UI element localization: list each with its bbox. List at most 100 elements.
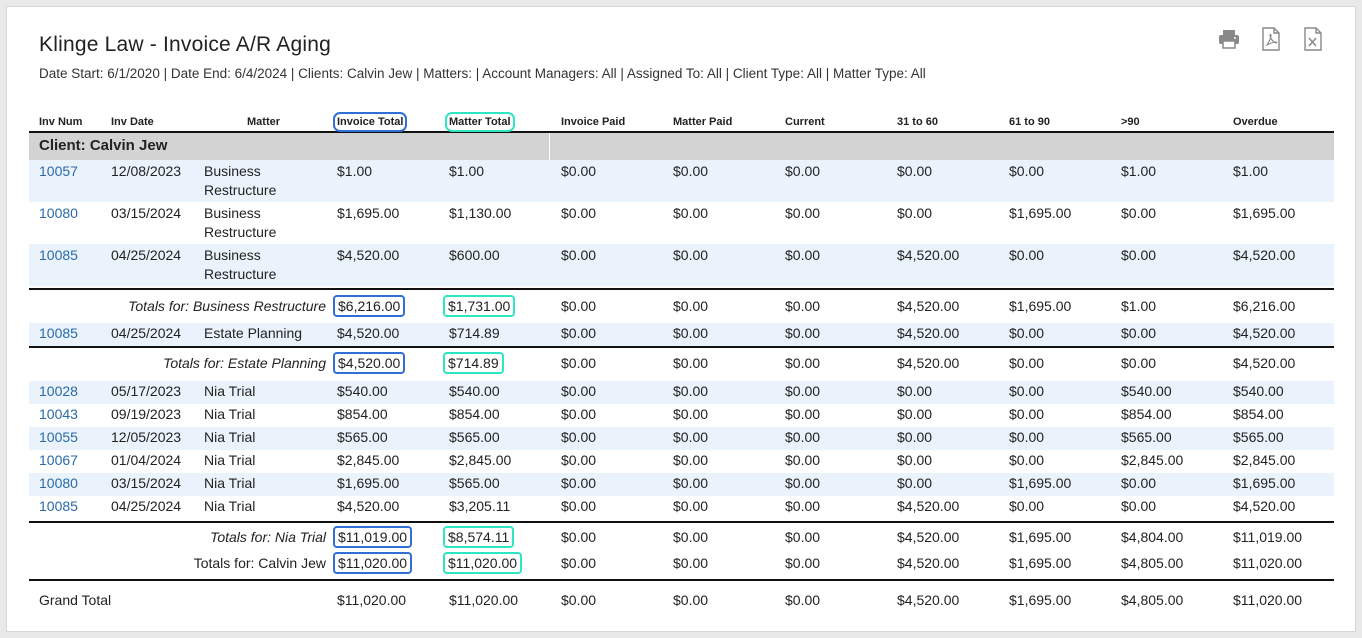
aging-31-60: $4,520.00: [897, 529, 960, 545]
aging-over-90: $2,845.00: [1121, 452, 1184, 468]
aging-over-90: $565.00: [1121, 429, 1172, 445]
overdue: $6,216.00: [1233, 298, 1296, 314]
invoice-paid: $0.00: [561, 383, 597, 399]
invoice-paid: $0.00: [561, 355, 597, 371]
table-row: 10085 04/25/2024 Estate Planning $4,520.…: [29, 323, 1334, 346]
col-overdue[interactable]: Overdue: [1233, 116, 1278, 128]
col-invoice-paid[interactable]: Invoice Paid: [561, 116, 625, 128]
overdue: $1,695.00: [1233, 475, 1296, 491]
aging-31-60: $4,520.00: [897, 592, 960, 608]
aging-over-90: $0.00: [1121, 355, 1157, 371]
table-row: 10043 09/19/2023 Nia Trial $854.00 $854.…: [29, 404, 1334, 427]
matter-total: $854.00: [449, 406, 500, 422]
table-row: 10067 01/04/2024 Nia Trial $2,845.00 $2,…: [29, 450, 1334, 473]
pdf-icon[interactable]: [1257, 25, 1285, 53]
invoice-total: $6,216.00: [333, 295, 406, 317]
col-31-60[interactable]: 31 to 60: [897, 116, 938, 128]
invoice-link[interactable]: 10043: [39, 406, 78, 422]
invoice-link[interactable]: 10057: [39, 163, 78, 179]
aging-61-90: $0.00: [1009, 429, 1045, 445]
invoice-paid: $0.00: [561, 298, 597, 314]
aging-31-60: $4,520.00: [897, 325, 960, 341]
aging-31-60: $0.00: [897, 475, 933, 491]
aging-61-90: $0.00: [1009, 247, 1045, 263]
aging-61-90: $0.00: [1009, 325, 1045, 341]
aging-over-90: $0.00: [1121, 325, 1157, 341]
current: $0.00: [785, 498, 821, 514]
invoice-link[interactable]: 10085: [39, 498, 78, 514]
invoice-paid: $0.00: [561, 163, 597, 179]
matter-name: Estate Planning: [204, 325, 303, 341]
aging-61-90: $1,695.00: [1009, 555, 1072, 571]
print-icon[interactable]: [1215, 25, 1243, 53]
table-header: Inv Num Inv Date Matter Invoice Total Ma…: [29, 112, 1334, 133]
grand-total-row: Grand Total $11,020.00 $11,020.00 $0.00 …: [29, 581, 1334, 621]
matter-name: Nia Trial: [204, 452, 256, 468]
current: $0.00: [785, 325, 821, 341]
aging-over-90: $540.00: [1121, 383, 1172, 399]
overdue: $1.00: [1233, 163, 1269, 179]
overdue: $4,520.00: [1233, 498, 1296, 514]
client-label: Client: Calvin Jew: [39, 137, 168, 154]
invoice-total: $4,520.00: [337, 498, 400, 514]
matter-total: $1.00: [449, 163, 485, 179]
excel-icon[interactable]: [1299, 25, 1327, 53]
matter-name: Business Restructure: [204, 247, 277, 282]
col-invoice-total[interactable]: Invoice Total: [332, 112, 408, 132]
invoice-date: 05/17/2023: [111, 383, 182, 399]
divider: [549, 133, 550, 160]
col-matter-paid[interactable]: Matter Paid: [673, 116, 732, 128]
col-matter[interactable]: Matter: [247, 116, 280, 128]
invoice-date: 04/25/2024: [111, 247, 182, 263]
col-current[interactable]: Current: [785, 116, 825, 128]
matter-paid: $0.00: [673, 592, 709, 608]
matter-total: $2,845.00: [449, 452, 512, 468]
aging-over-90: $4,805.00: [1121, 592, 1184, 608]
client-group-header: Client: Calvin Jew: [29, 133, 1334, 160]
col-inv-num[interactable]: Inv Num: [39, 116, 82, 128]
invoice-link[interactable]: 10080: [39, 205, 78, 221]
matter-total: $8,574.11: [443, 526, 515, 548]
aging-61-90: $0.00: [1009, 452, 1045, 468]
invoice-date: 12/05/2023: [111, 429, 182, 445]
invoice-paid: $0.00: [561, 452, 597, 468]
invoice-link[interactable]: 10055: [39, 429, 78, 445]
table-row: 10085 04/25/2024 Business Restructure $4…: [29, 244, 1334, 286]
matter-total: $600.00: [449, 247, 500, 263]
invoice-date: 09/19/2023: [111, 406, 182, 422]
matter-paid: $0.00: [673, 247, 709, 263]
col-61-90[interactable]: 61 to 90: [1009, 116, 1050, 128]
invoice-date: 04/25/2024: [111, 325, 182, 341]
matter-total: $565.00: [449, 475, 500, 491]
invoice-paid: $0.00: [561, 475, 597, 491]
invoice-link[interactable]: 10028: [39, 383, 78, 399]
current: $0.00: [785, 592, 821, 608]
grand-total-label: Grand Total: [39, 592, 112, 608]
invoice-total: $1,695.00: [337, 475, 400, 491]
aging-over-90: $4,805.00: [1121, 555, 1184, 571]
aging-31-60: $0.00: [897, 163, 933, 179]
totals-row: Totals for: Business Restructure $6,216.…: [29, 290, 1334, 323]
matter-paid: $0.00: [673, 383, 709, 399]
invoice-link[interactable]: 10085: [39, 325, 78, 341]
aging-31-60: $0.00: [897, 452, 933, 468]
invoice-link[interactable]: 10085: [39, 247, 78, 263]
table-row: 10057 12/08/2023 Business Restructure $1…: [29, 160, 1334, 202]
matter-total: $1,731.00: [443, 295, 516, 317]
col-over-90[interactable]: >90: [1121, 116, 1140, 128]
col-inv-date[interactable]: Inv Date: [111, 116, 154, 128]
matter-name: Nia Trial: [204, 475, 256, 491]
invoice-link[interactable]: 10080: [39, 475, 78, 491]
aging-31-60: $4,520.00: [897, 298, 960, 314]
matter-paid: $0.00: [673, 298, 709, 314]
aging-over-90: $0.00: [1121, 205, 1157, 221]
current: $0.00: [785, 247, 821, 263]
report-filters: Date Start: 6/1/2020 | Date End: 6/4/202…: [39, 66, 926, 81]
col-matter-total[interactable]: Matter Total: [445, 112, 515, 132]
matter-paid: $0.00: [673, 325, 709, 341]
invoice-paid: $0.00: [561, 325, 597, 341]
aging-61-90: $0.00: [1009, 406, 1045, 422]
current: $0.00: [785, 406, 821, 422]
invoice-link[interactable]: 10067: [39, 452, 78, 468]
invoice-date: 03/15/2024: [111, 475, 182, 491]
